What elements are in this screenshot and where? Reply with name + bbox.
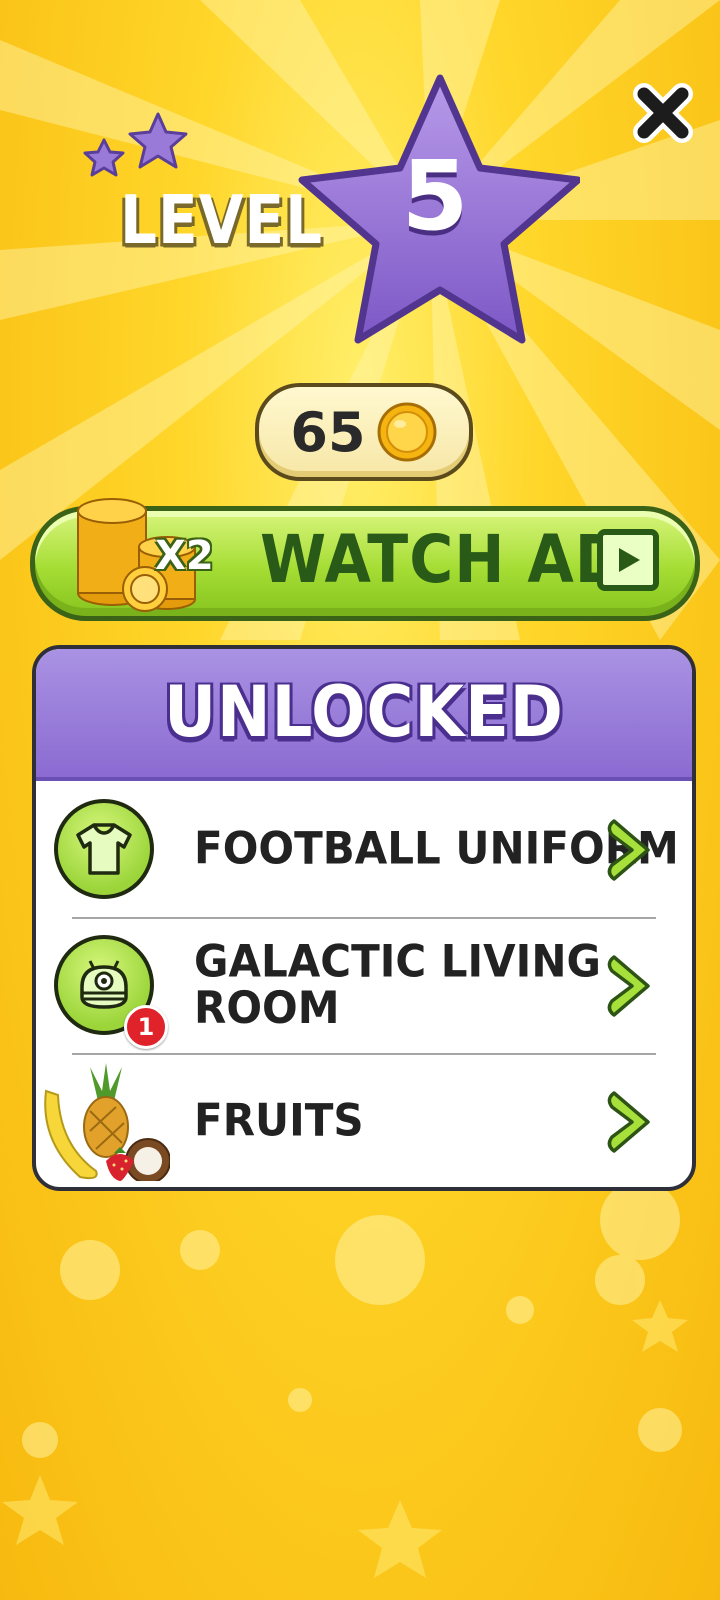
coin-balance: 65 bbox=[255, 383, 473, 481]
coin-icon bbox=[377, 402, 437, 462]
unlocked-item-galactic-living-room[interactable]: 1 GALACTIC LIVING ROOM bbox=[36, 917, 692, 1053]
item-label-line2: ROOM bbox=[194, 981, 340, 1034]
watch-ad-button[interactable]: X2 WATCH AD bbox=[30, 498, 700, 621]
chevron-right-icon[interactable] bbox=[604, 1087, 656, 1157]
play-video-icon bbox=[597, 529, 659, 591]
chevron-right-icon[interactable] bbox=[604, 951, 656, 1021]
item-label-line1: GALACTIC LIVING bbox=[194, 935, 601, 988]
chevron-right-icon[interactable] bbox=[604, 815, 656, 885]
level-number: 5 bbox=[401, 140, 469, 252]
close-icon bbox=[633, 83, 693, 143]
coin-count: 65 bbox=[290, 400, 366, 464]
unlocked-title: UNLOCKED bbox=[164, 672, 564, 754]
item-label: GALACTIC LIVING ROOM bbox=[194, 935, 601, 1034]
fruits-icon bbox=[44, 1063, 170, 1181]
decorative-stars-icon bbox=[83, 112, 188, 177]
unlocked-header: UNLOCKED bbox=[36, 649, 692, 781]
unlocked-item-fruits[interactable]: FRUITS bbox=[36, 1053, 692, 1187]
unlocked-item-football-uniform[interactable]: FOOTBALL UNIFORM bbox=[36, 781, 692, 917]
close-button[interactable] bbox=[628, 78, 698, 148]
watch-ad-label: WATCH AD bbox=[260, 521, 626, 599]
multiplier-label: X2 bbox=[155, 533, 214, 579]
notification-badge: 1 bbox=[124, 1005, 168, 1049]
item-label: FRUITS bbox=[194, 1094, 364, 1147]
unlocked-panel: UNLOCKED FOOTBALL UNIFORM 1 GALACTIC LIV… bbox=[32, 645, 696, 1191]
tshirt-icon bbox=[54, 799, 154, 899]
